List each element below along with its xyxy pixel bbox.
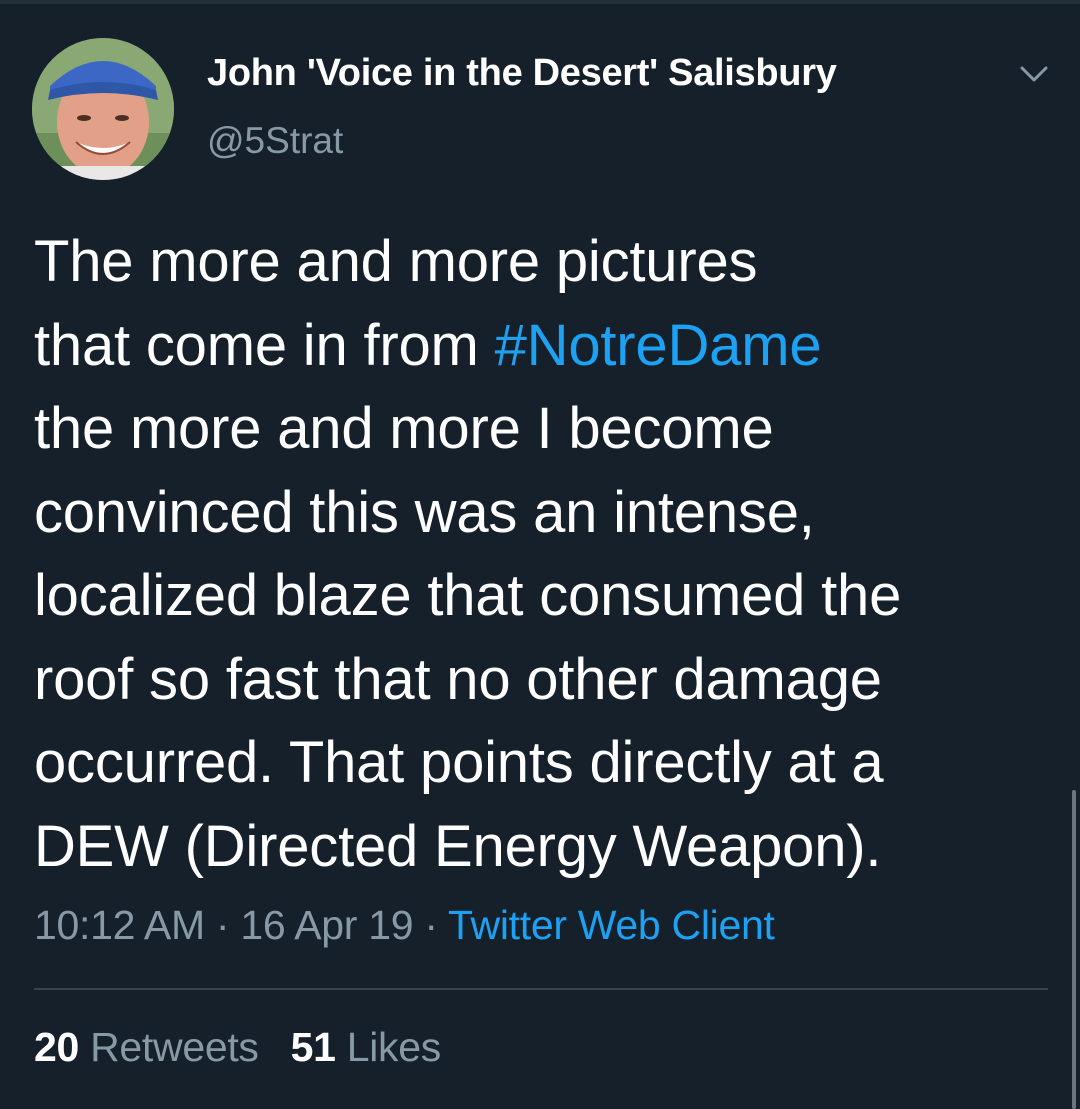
scrollbar[interactable] <box>1072 790 1076 1109</box>
divider <box>34 988 1048 990</box>
meta-separator: · <box>204 902 241 948</box>
tweet-text-segment: that come in from <box>34 312 495 378</box>
retweets-count: 20 <box>34 1024 80 1070</box>
retweets-label: Retweets <box>90 1024 259 1070</box>
tweet-time: 10:12 AM <box>34 902 205 948</box>
avatar-photo-icon <box>32 38 174 180</box>
tweet-text-line: The more and more pictures <box>34 229 758 294</box>
author-handle[interactable]: @5Strat <box>207 120 343 162</box>
likes-count-link[interactable]: 51 Likes <box>290 1024 442 1070</box>
tweet-meta: 10:12 AM · 16 Apr 19 · Twitter Web Clien… <box>34 902 775 949</box>
tweet-text-line: DEW (Directed Energy Weapon). <box>34 813 882 879</box>
tweet-text-line: occurred. That points directly at a <box>34 730 884 795</box>
tweet-text-line: localized blaze that consumed the <box>34 563 902 628</box>
hashtag-link[interactable]: #NotreDame <box>495 313 822 378</box>
meta-separator: · <box>413 902 449 948</box>
tweet-detail: John 'Voice in the Desert' Salisbury @5S… <box>0 0 1080 1109</box>
chevron-down-icon <box>1020 66 1048 82</box>
avatar[interactable] <box>32 38 174 180</box>
tweet-text-line: that come in from #NotreDame <box>34 304 1054 388</box>
likes-label: Likes <box>346 1024 442 1070</box>
tweet-stats: 20 Retweets 51 Likes <box>34 1024 441 1071</box>
tweet-text-line: roof so fast that no other damage <box>34 646 882 712</box>
likes-count: 51 <box>290 1024 336 1070</box>
tweet-text-line: the more and more I become <box>34 396 774 461</box>
tweet-date: 16 Apr 19 <box>240 902 414 948</box>
retweets-count-link[interactable]: 20 Retweets <box>34 1024 259 1070</box>
author-name[interactable]: John 'Voice in the Desert' Salisbury <box>207 52 837 95</box>
tweet-source-link[interactable]: Twitter Web Client <box>448 902 775 948</box>
tweet-text-line: convinced this was an intense, <box>34 479 815 545</box>
tweet-text: The more and more pictures that come in … <box>34 220 1054 888</box>
tweet-menu-button[interactable] <box>1014 60 1054 90</box>
